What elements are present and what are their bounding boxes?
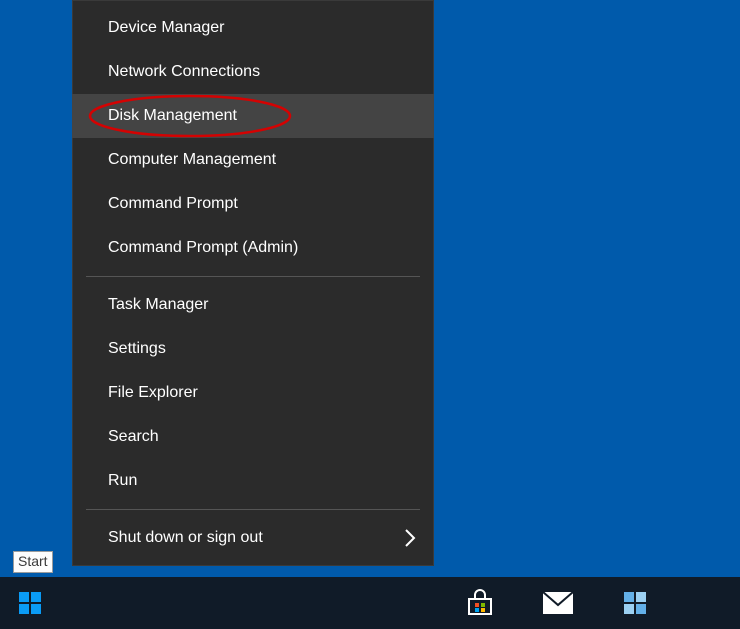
- menu-item-command-prompt[interactable]: Command Prompt: [72, 182, 434, 226]
- taskbar: [0, 577, 740, 629]
- menu-item-shut-down-or-sign-out[interactable]: Shut down or sign out: [72, 516, 434, 560]
- menu-item-label: Device Manager: [108, 19, 225, 37]
- menu-item-label: Task Manager: [108, 296, 209, 314]
- start-tooltip-label: Start: [18, 553, 48, 569]
- menu-item-label: File Explorer: [108, 384, 198, 402]
- menu-item-computer-management[interactable]: Computer Management: [72, 138, 434, 182]
- taskbar-tray: [450, 577, 666, 629]
- menu-item-label: Settings: [108, 340, 166, 358]
- winx-context-menu: Device Manager Network Connections Disk Ma…: [72, 0, 434, 566]
- menu-item-label: Search: [108, 428, 159, 446]
- menu-item-disk-management[interactable]: Disk Management: [72, 94, 434, 138]
- menu-item-run[interactable]: Run: [72, 459, 434, 503]
- mail-icon[interactable]: [528, 577, 588, 629]
- menu-item-label: Command Prompt (Admin): [108, 239, 298, 257]
- menu-separator: [86, 509, 420, 510]
- start-button[interactable]: [0, 577, 60, 629]
- menu-item-search[interactable]: Search: [72, 415, 434, 459]
- menu-separator: [86, 276, 420, 277]
- desktop: Device Manager Network Connections Disk Ma…: [0, 0, 740, 629]
- menu-item-label: Run: [108, 472, 137, 490]
- edge-tiles-icon[interactable]: [606, 577, 666, 629]
- menu-item-settings[interactable]: Settings: [72, 327, 434, 371]
- chevron-right-icon: [404, 528, 416, 548]
- menu-item-task-manager[interactable]: Task Manager: [72, 283, 434, 327]
- menu-item-label: Shut down or sign out: [108, 529, 263, 547]
- menu-item-file-explorer[interactable]: File Explorer: [72, 371, 434, 415]
- store-icon[interactable]: [450, 577, 510, 629]
- menu-item-command-prompt-admin[interactable]: Command Prompt (Admin): [72, 226, 434, 270]
- menu-item-label: Network Connections: [108, 63, 260, 81]
- windows-logo-icon: [19, 592, 41, 614]
- menu-item-label: Computer Management: [108, 151, 276, 169]
- menu-item-network-connections[interactable]: Network Connections: [72, 50, 434, 94]
- menu-item-label: Disk Management: [108, 107, 237, 125]
- menu-item-label: Command Prompt: [108, 195, 238, 213]
- menu-item-device-manager[interactable]: Device Manager: [72, 6, 434, 50]
- start-tooltip: Start: [13, 551, 53, 573]
